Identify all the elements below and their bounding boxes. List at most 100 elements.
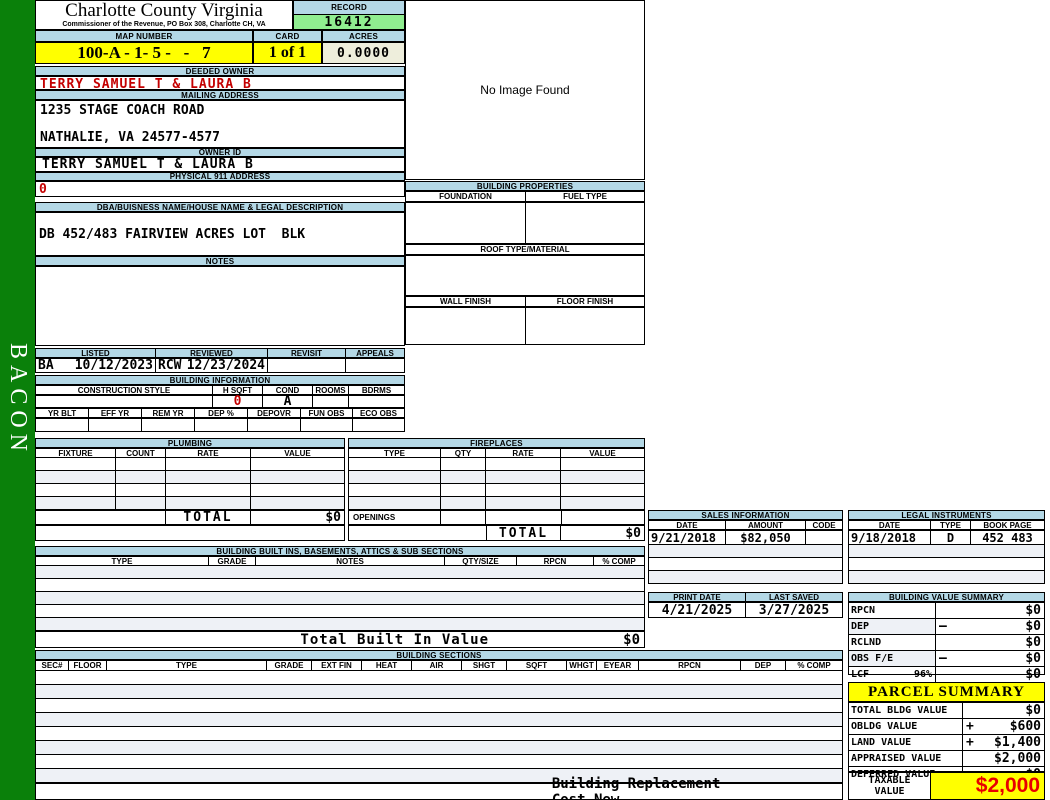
legal-bookpage: 452 483	[982, 530, 1033, 545]
parcel-row: APPRAISED VALUE $2,000	[849, 751, 1044, 767]
col-ecoobs: ECO OBS	[360, 408, 397, 418]
physical-address-label: PHYSICAL 911 ADDRESS	[35, 172, 405, 181]
empty-row	[36, 618, 644, 631]
mailing-address-label: MAILING ADDRESS	[35, 90, 405, 100]
empty-row	[36, 579, 644, 592]
parcel-value-obldg: + $600	[963, 719, 1044, 734]
building-information-title: BUILDING INFORMATION	[35, 375, 405, 385]
col-floor: FLOOR	[69, 661, 107, 670]
foundation-label: FOUNDATION	[406, 192, 526, 201]
appeals-label: APPEALS	[356, 348, 394, 358]
empty-cell	[116, 471, 166, 483]
record-value: 16412	[293, 14, 405, 30]
col-yrblt: YR BLT	[36, 409, 89, 418]
listed-by: BA	[38, 358, 54, 373]
floor-finish-value	[526, 308, 644, 344]
empty-row	[36, 471, 344, 484]
empty-row	[849, 571, 1044, 584]
col-deppct: DEP %	[195, 409, 248, 418]
parcel-summary-title: PARCEL SUMMARY	[848, 682, 1045, 702]
mailing-address-block: 1235 STAGE COACH ROAD NATHALIE, VA 24577…	[35, 100, 405, 148]
col-sale-date: DATE	[649, 521, 726, 530]
empty-row	[36, 484, 344, 497]
empty-row	[849, 545, 1044, 558]
fireplaces-total-value: $0	[625, 525, 641, 541]
bvs-value-rclnd: $0	[1025, 635, 1041, 650]
bvs-value-obsfe: – $0	[936, 651, 1044, 666]
empty-row	[349, 458, 644, 471]
floor-finish-label: FLOOR FINISH	[556, 297, 614, 306]
col-legal-bookpage: BOOK PAGE	[983, 520, 1032, 530]
built-ins-total-row: Total Built In Value $0	[35, 631, 645, 648]
col-fp-rate: RATE	[486, 449, 561, 458]
legal-description-value: DB 452/483 FAIRVIEW ACRES LOT BLK	[35, 212, 405, 256]
empty-row	[36, 727, 842, 741]
col-fp-type: TYPE	[349, 449, 441, 458]
fireplaces-columns: TYPE QTY RATE VALUE	[348, 448, 645, 458]
empty-cell	[441, 471, 486, 483]
card-label: CARD	[253, 30, 322, 42]
col-whgt: WHGT	[567, 661, 597, 670]
col-fp-value: VALUE	[589, 448, 616, 458]
notes-box	[35, 266, 405, 346]
building-info-values1: 0 A	[35, 394, 405, 409]
fireplaces-total-row: TOTAL $0	[348, 525, 645, 541]
empty-cell	[116, 458, 166, 470]
sales-columns: DATE AMOUNT CODE	[648, 520, 843, 530]
empty-cell	[116, 497, 166, 509]
legal-empty-rows	[848, 545, 1045, 584]
col-shgt: SHGT	[462, 661, 507, 670]
bvs-lcf-pct: 96%	[913, 669, 932, 680]
building-replacement-label: Building Replacement Cost New	[551, 775, 721, 800]
deeded-owner-label: DEEDED OWNER	[35, 66, 405, 76]
col-extfin: EXT FIN	[312, 661, 362, 670]
construction-style-value	[36, 396, 213, 407]
empty-cell	[349, 471, 441, 483]
parcel-op: +	[966, 719, 974, 734]
col-sec: SEC#	[36, 661, 69, 670]
col-air: AIR	[412, 661, 462, 670]
owner-id-value: TERRY SAMUEL T & LAURA B	[35, 157, 405, 172]
listed-label: LISTED	[36, 349, 156, 358]
col-fp-qty: QTY	[441, 449, 486, 458]
property-record-card: BACON Charlotte County Virginia Commissi…	[0, 0, 1050, 800]
openings-label: OPENINGS	[349, 511, 441, 524]
parcel-value-land: + $1,400	[963, 735, 1044, 750]
col-rate: RATE	[166, 449, 251, 458]
bvs-amount: $0	[1025, 651, 1041, 666]
empty-cell	[166, 471, 251, 483]
dba-label: DBA/BUISNESS NAME/HOUSE NAME & LEGAL DES…	[35, 202, 405, 212]
col-count: COUNT	[116, 449, 166, 458]
building-info-values2	[35, 418, 405, 432]
roof-type-label: ROOF TYPE/MATERIAL	[405, 244, 645, 255]
parcel-label-appraised: APPRAISED VALUE	[849, 751, 963, 766]
cond-value: A	[263, 394, 313, 409]
bvs-label-dep: DEP	[849, 619, 936, 634]
county-title: Charlotte County Virginia	[65, 0, 263, 21]
empty-cell	[36, 497, 116, 509]
col-bi-qtysize: QTY/SIZE	[445, 557, 517, 566]
roof-type-value	[405, 255, 645, 296]
col-bi-grade: GRADE	[209, 557, 256, 566]
legal-title: LEGAL INSTRUMENTS	[848, 510, 1045, 520]
listed-date: 10/12/2023	[74, 358, 153, 373]
col-depovr: DEPOVR	[248, 409, 301, 418]
empty-row	[36, 699, 842, 713]
wall-floor-header: WALL FINISH FLOOR FINISH	[405, 296, 645, 307]
building-info-header1: CONSTRUCTION STYLE H SQFT COND ROOMS BDR…	[35, 385, 405, 395]
plumbing-total-label: TOTAL	[166, 510, 251, 525]
empty-cell	[36, 458, 116, 470]
parcel-value-appraised: $2,000	[994, 751, 1041, 766]
empty-cell	[441, 484, 486, 496]
bvs-row: DEP – $0	[849, 619, 1044, 635]
sidebar-district-label: BACON	[5, 342, 31, 457]
mailing-address-line1: 1235 STAGE COACH ROAD	[40, 103, 205, 118]
owner-id-label: OWNER ID	[35, 148, 405, 157]
foundation-value	[406, 203, 526, 243]
parcel-label-totalbldg: TOTAL BLDG VALUE	[849, 703, 963, 718]
fireplaces-openings-row: OPENINGS	[348, 510, 645, 525]
empty-cell	[486, 458, 561, 470]
print-date-label: PRINT DATE	[649, 593, 746, 602]
empty-row	[36, 592, 644, 605]
fireplaces-title: FIREPLACES	[348, 438, 645, 448]
